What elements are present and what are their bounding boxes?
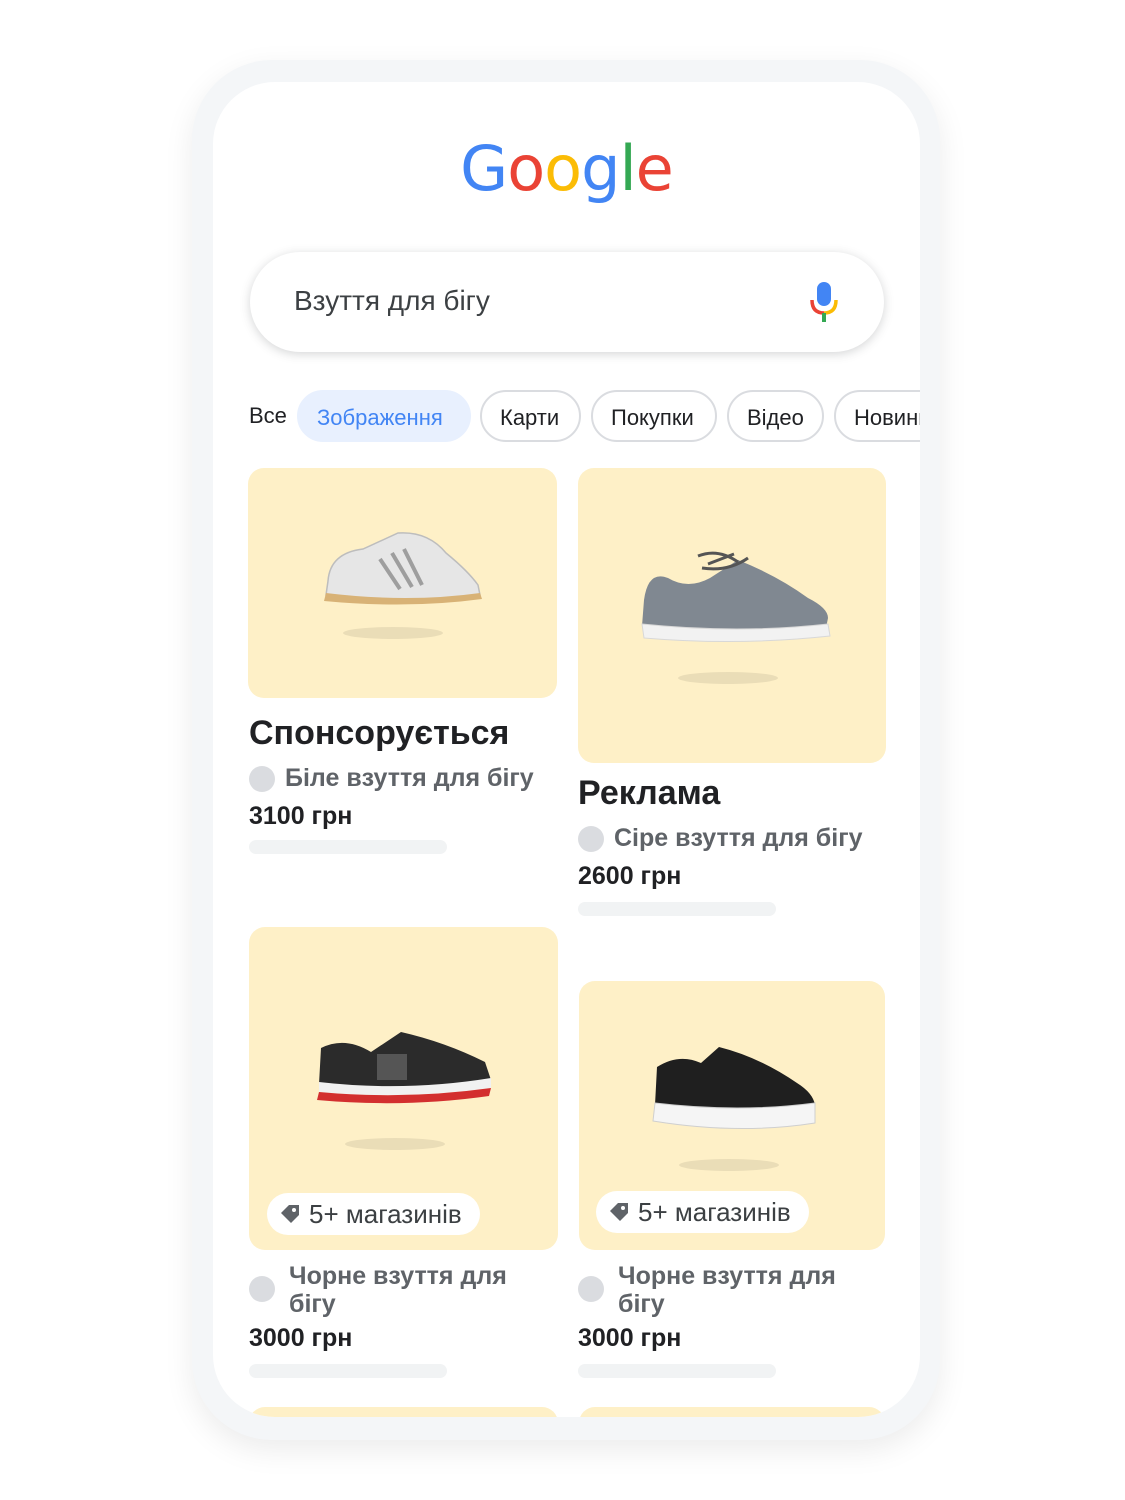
- product-image-next[interactable]: [249, 1407, 558, 1417]
- product-title[interactable]: Чорне взуття для бігу: [289, 1262, 539, 1318]
- logo-letter: o: [507, 132, 545, 205]
- tag-icon: [610, 1203, 628, 1221]
- product-image-black-shoe-red[interactable]: 5+ магазинів: [249, 927, 558, 1250]
- tab-videos[interactable]: Відео: [727, 390, 824, 442]
- filter-tabs: Все Зображення Карти Покупки Відео Новин…: [249, 390, 920, 446]
- product-title-row[interactable]: Сіре взуття для бігу: [578, 824, 898, 854]
- phone-screen: Google Взуття для бігу Все Зображення Ка…: [213, 82, 920, 1417]
- product-price: 3100 грн: [249, 802, 353, 830]
- ad-label: Реклама: [578, 774, 721, 812]
- product-title-row[interactable]: Чорне взуття для бігу: [249, 1262, 559, 1322]
- store-count: 5+ магазинів: [638, 1196, 791, 1227]
- black-red-shoe-image: [317, 1032, 491, 1150]
- tab-news[interactable]: Новини: [834, 390, 920, 442]
- search-query[interactable]: Взуття для бігу: [294, 285, 490, 317]
- black-shoe-image: [652, 1047, 816, 1171]
- tab-images[interactable]: Зображення: [297, 390, 471, 442]
- product-price: 2600 грн: [578, 862, 682, 890]
- store-badge[interactable]: 5+ магазинів: [596, 1191, 809, 1233]
- logo-letter: l: [619, 132, 636, 205]
- logo-letter: o: [544, 132, 582, 205]
- merchant-dot: [578, 826, 604, 852]
- tab-shopping[interactable]: Покупки: [591, 390, 717, 442]
- placeholder-bar: [249, 1364, 447, 1378]
- product-title[interactable]: Чорне взуття для бігу: [618, 1262, 868, 1318]
- product-price: 3000 грн: [249, 1324, 353, 1352]
- white-shoe-image: [324, 532, 482, 639]
- gray-shoe-image: [641, 551, 831, 684]
- tag-icon: [281, 1205, 299, 1223]
- product-image-next[interactable]: [579, 1407, 885, 1417]
- placeholder-bar: [578, 1364, 776, 1378]
- product-image-white-shoe[interactable]: [248, 468, 557, 698]
- product-price: 3000 грн: [578, 1324, 682, 1352]
- product-title[interactable]: Біле взуття для бігу: [285, 764, 534, 792]
- store-count: 5+ магазинів: [309, 1198, 462, 1229]
- google-logo: Google: [213, 132, 920, 205]
- tab-maps[interactable]: Карти: [480, 390, 581, 442]
- merchant-dot: [249, 766, 275, 792]
- merchant-dot: [249, 1276, 275, 1302]
- placeholder-bar: [578, 902, 776, 916]
- product-title[interactable]: Сіре взуття для бігу: [614, 824, 863, 852]
- logo-letter: e: [635, 132, 674, 205]
- placeholder-bar: [249, 840, 447, 854]
- product-title-row[interactable]: Чорне взуття для бігу: [578, 1262, 888, 1322]
- store-badge[interactable]: 5+ магазинів: [267, 1193, 480, 1235]
- sponsored-label: Спонсорується: [249, 714, 510, 752]
- product-image-gray-shoe[interactable]: [578, 468, 886, 763]
- logo-letter: g: [581, 132, 620, 205]
- search-box[interactable]: Взуття для бігу: [250, 252, 884, 352]
- product-title-row[interactable]: Біле взуття для бігу: [249, 764, 559, 794]
- microphone-icon[interactable]: [808, 280, 840, 324]
- logo-letter: G: [460, 132, 508, 205]
- merchant-dot: [578, 1276, 604, 1302]
- tab-all[interactable]: Все: [249, 390, 287, 442]
- product-image-black-shoe[interactable]: 5+ магазинів: [579, 981, 885, 1250]
